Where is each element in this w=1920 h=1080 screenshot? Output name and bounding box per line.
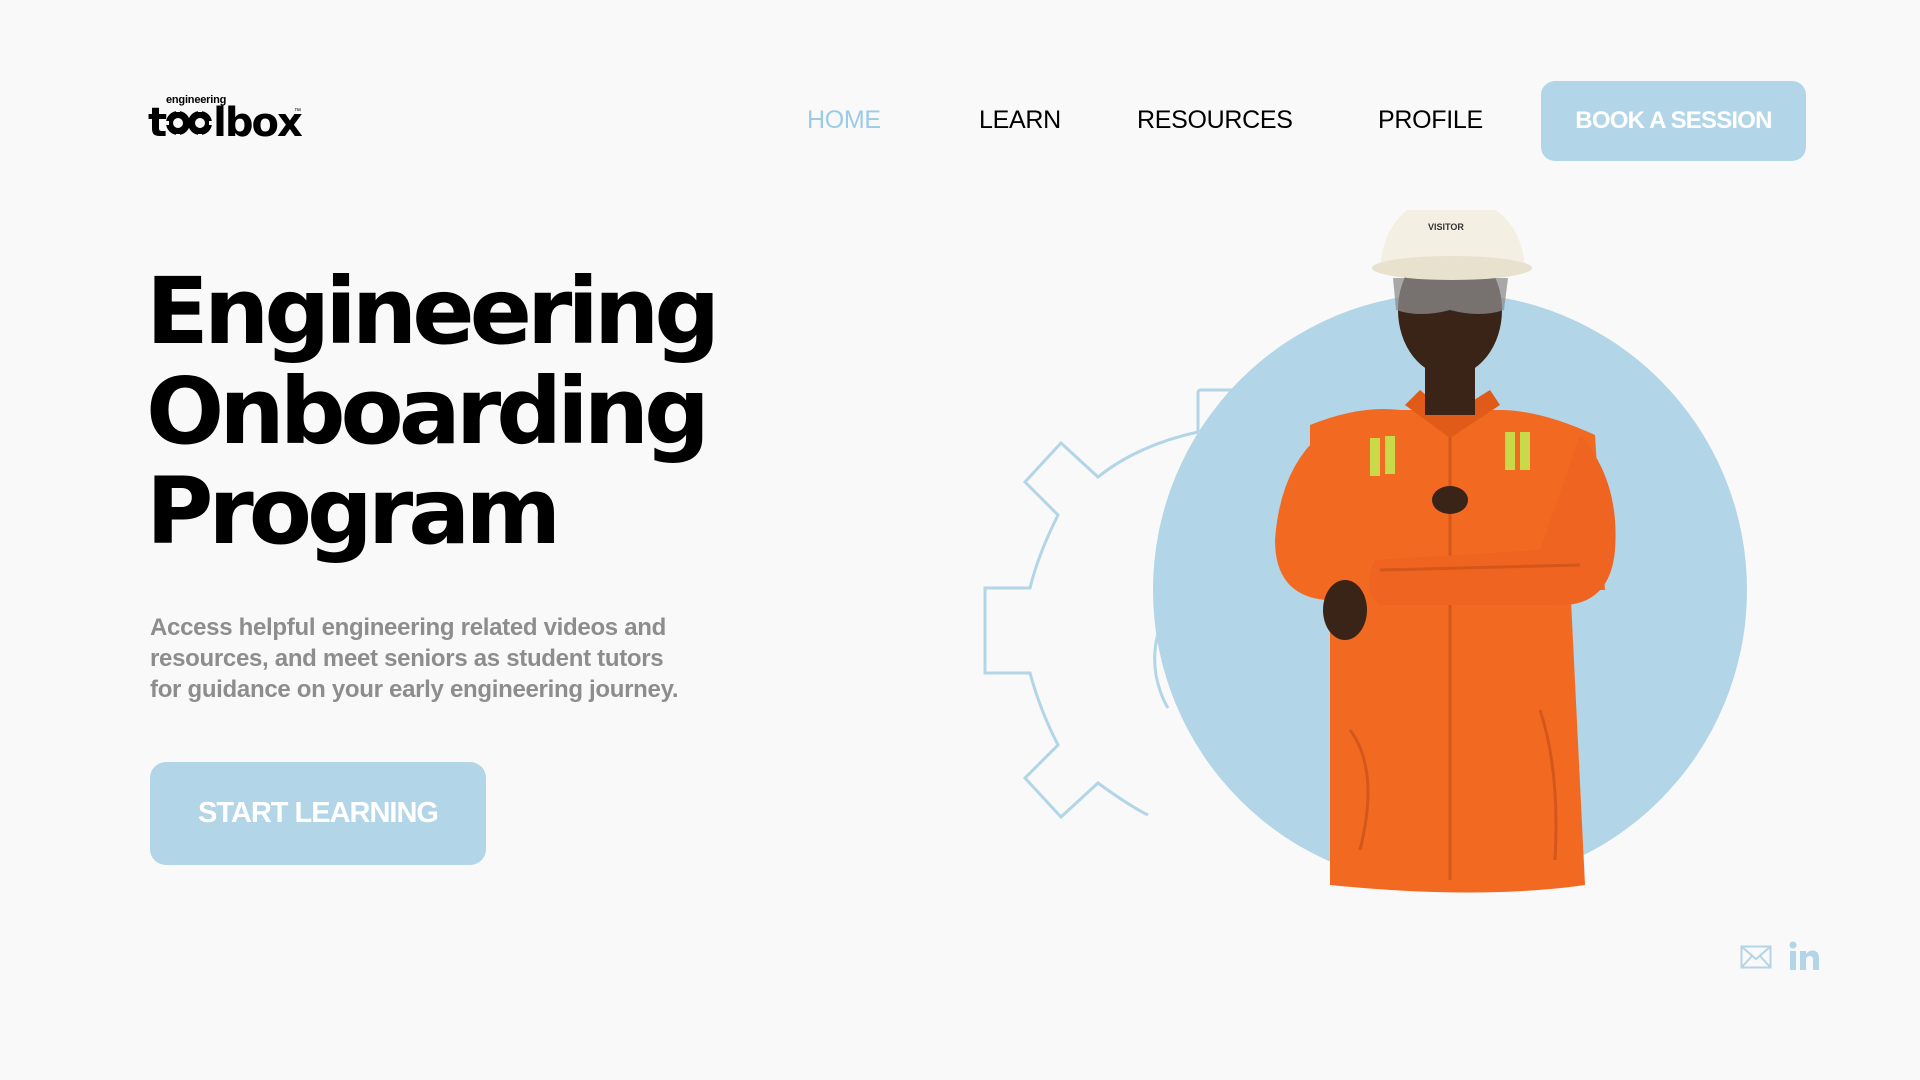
mail-icon[interactable] bbox=[1740, 945, 1772, 974]
helmet-label: VISITOR bbox=[1428, 222, 1464, 232]
gear-pair-icon bbox=[166, 109, 213, 137]
nav-home[interactable]: HOME bbox=[807, 106, 881, 135]
nav-learn[interactable]: LEARN bbox=[979, 106, 1061, 135]
nav-profile[interactable]: PROFILE bbox=[1378, 106, 1483, 135]
hero-illustration: VISITOR bbox=[980, 194, 1760, 900]
start-learning-button[interactable]: START LEARNING bbox=[150, 762, 486, 865]
logo-letters-lbox: lbox bbox=[213, 100, 303, 146]
nav-resources[interactable]: RESOURCES bbox=[1137, 106, 1293, 135]
hero-title-line: Engineering bbox=[146, 258, 720, 365]
logo-trademark: ™ bbox=[294, 108, 301, 115]
logo-wordmark: t lbox bbox=[148, 100, 303, 146]
hero-title-line: Onboarding bbox=[146, 358, 710, 465]
hero-title-line: Program bbox=[146, 458, 561, 565]
book-session-button[interactable]: BOOK A SESSION bbox=[1541, 81, 1806, 161]
hero-title: Engineering Onboarding Program bbox=[146, 258, 720, 565]
logo-letter-t: t bbox=[148, 100, 167, 146]
linkedin-icon[interactable] bbox=[1788, 940, 1820, 977]
hero-description: Access helpful engineering related video… bbox=[150, 614, 679, 703]
logo[interactable]: engineering t lbox ™ bbox=[148, 94, 308, 146]
